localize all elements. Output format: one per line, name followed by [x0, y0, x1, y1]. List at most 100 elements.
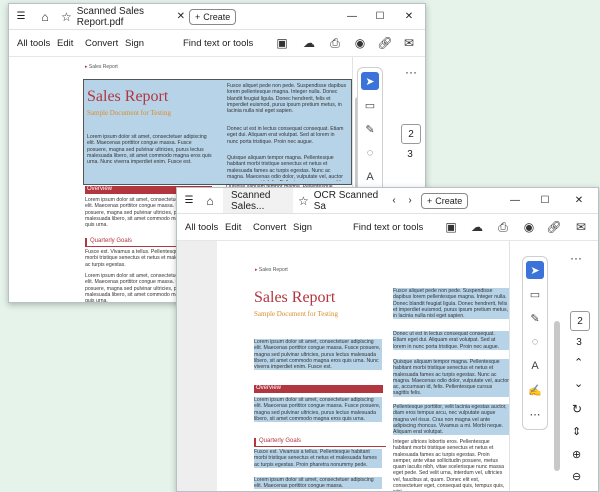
breadcrumb-marker-icon: ▸: [85, 64, 88, 70]
fit-page-icon[interactable]: ⇕: [572, 425, 581, 438]
close-window-icon[interactable]: ✕: [401, 4, 417, 29]
create-label: Create: [435, 196, 463, 206]
create-button[interactable]: + Create: [189, 9, 237, 25]
tab-ocr-scanned[interactable]: ☆ OCR Scanned Sa: [294, 188, 384, 213]
tab-title: OCR Scanned Sa: [313, 189, 379, 212]
maximize-icon[interactable]: ☐: [537, 188, 553, 213]
link-icon[interactable]: 🔗︎: [377, 35, 393, 51]
right-column-para-3: Quisque aliquam tempor magna. Pellentesq…: [227, 155, 344, 181]
add-comment-icon[interactable]: ▭: [526, 285, 544, 303]
page-number-current[interactable]: 2: [570, 311, 590, 331]
breadcrumb: Sales Report: [88, 64, 118, 70]
create-button[interactable]: + Create: [421, 193, 469, 209]
maximize-icon[interactable]: ☐: [372, 4, 388, 29]
menu-bar: All tools Edit Convert Sign Find text or…: [177, 214, 598, 241]
document-page: ▸ Sales Report Sales Report Sample Docum…: [217, 241, 509, 491]
text-recognition-icon[interactable]: A: [526, 357, 544, 375]
page-number-next[interactable]: 3: [570, 337, 588, 348]
find-text-tools[interactable]: Find text or tools: [183, 30, 253, 56]
right-column-para-1[interactable]: Fusce aliquet pede non pede. Suspendisse…: [393, 288, 509, 320]
menu-convert[interactable]: Convert: [85, 30, 118, 56]
account-icon[interactable]: ◉: [352, 35, 368, 51]
tab-scanned-sales[interactable]: Scanned Sales...: [223, 188, 293, 213]
right-column-para-5: Integer ultrices lobortis eros. Pellente…: [393, 439, 505, 491]
more-options-icon[interactable]: ···: [570, 251, 582, 265]
save-icon[interactable]: ▣: [443, 219, 459, 235]
upload-cloud-icon[interactable]: ☁: [469, 219, 485, 235]
close-window-icon[interactable]: ✕: [571, 188, 587, 213]
tool-rail: ➤ ▭ ✎ ◌ A ✍ ⋯: [522, 256, 548, 430]
overview-body[interactable]: Lorem ipsum dolor sit amet, consectetuer…: [254, 397, 382, 423]
doc-subtitle: Sample Document for Testing: [87, 109, 171, 117]
menu-sign[interactable]: Sign: [125, 30, 144, 56]
lasso-icon[interactable]: ◌: [526, 333, 544, 351]
chevron-down-icon[interactable]: ⌄: [574, 377, 583, 390]
hamburger-menu-icon[interactable]: ☰: [180, 188, 198, 213]
breadcrumb-marker-icon: ▸: [255, 267, 258, 273]
tab-scanned-sales-report[interactable]: ☆ Scanned Sales Report.pdf ✕: [57, 4, 185, 29]
quarterly-body[interactable]: Fusce est. Vivamus a tellus. Pellentesqu…: [254, 449, 382, 468]
right-column-para-1: Fusce aliquet pede non pede. Suspendisse…: [227, 83, 347, 115]
doc-subtitle: Sample Document for Testing: [254, 310, 338, 318]
zoom-in-icon[interactable]: ⊕: [572, 448, 581, 461]
right-column-para-4[interactable]: Pellentesque porttitor, velit lacinia eg…: [393, 404, 509, 436]
more-tools-icon[interactable]: ⋯: [526, 405, 544, 423]
find-text-tools[interactable]: Find text or tools: [353, 214, 423, 240]
chevron-up-icon[interactable]: ⌃: [574, 356, 583, 369]
link-icon[interactable]: 🔗︎: [546, 219, 562, 235]
rotate-icon[interactable]: ↻: [572, 402, 582, 416]
add-comment-icon[interactable]: ▭: [361, 96, 379, 114]
account-icon[interactable]: ◉: [521, 219, 537, 235]
menu-all-tools[interactable]: All tools: [185, 214, 218, 240]
pen-icon[interactable]: ✎: [526, 309, 544, 327]
intro-paragraph[interactable]: Lorem ipsum dolor sit amet, consectetuer…: [254, 339, 382, 371]
email-icon[interactable]: ✉: [401, 35, 417, 51]
chevron-right-icon[interactable]: ›: [404, 188, 416, 213]
minimize-icon[interactable]: —: [507, 188, 523, 213]
tool-rail: ➤ ▭ ✎ ◌ A: [357, 67, 383, 193]
right-column-para-3[interactable]: Quisque aliquam tempor magna. Pellentesq…: [393, 359, 509, 397]
zoom-out-icon[interactable]: ⊖: [572, 470, 581, 483]
selected-scan-region[interactable]: Sales Report Sample Document for Testing…: [83, 79, 352, 185]
page-number-next[interactable]: 3: [401, 149, 419, 160]
menu-convert[interactable]: Convert: [253, 214, 286, 240]
print-icon[interactable]: ⎙: [327, 35, 343, 51]
save-icon[interactable]: ▣: [274, 35, 290, 51]
select-cursor-icon[interactable]: ➤: [361, 72, 379, 90]
chevron-left-icon[interactable]: ‹: [388, 188, 400, 213]
more-options-icon[interactable]: ···: [405, 65, 417, 79]
fill-sign-icon[interactable]: ✍: [526, 381, 544, 399]
acrobat-window-front: ☰ ⌂ Scanned Sales... ☆ OCR Scanned Sa ‹ …: [176, 187, 599, 492]
menu-bar: All tools Edit Convert Sign Find text or…: [9, 30, 425, 57]
print-icon[interactable]: ⎙: [495, 219, 511, 235]
pen-icon[interactable]: ✎: [361, 120, 379, 138]
home-icon[interactable]: ⌂: [201, 188, 219, 213]
hamburger-menu-icon[interactable]: ☰: [11, 4, 31, 29]
upload-cloud-icon[interactable]: ☁: [301, 35, 317, 51]
right-column-para-2: Donec ut est in lectus consequat consequ…: [227, 126, 344, 145]
select-cursor-icon[interactable]: ➤: [526, 261, 544, 279]
right-column-para-2[interactable]: Donec ut est in lectus consequat consequ…: [393, 331, 509, 350]
menu-all-tools[interactable]: All tools: [17, 30, 50, 56]
star-icon[interactable]: ☆: [298, 194, 309, 208]
right-panel: ➤ ▭ ✎ ◌ A ✍ ⋯ ··· 2 3 ⌃ ⌄ ↻ ⇕ ⊕ ⊖: [509, 241, 598, 491]
body-paragraph-2[interactable]: Lorem ipsum dolor sit amet, consectetuer…: [254, 477, 382, 489]
breadcrumb: Sales Report: [258, 267, 288, 273]
page-number-current[interactable]: 2: [401, 124, 421, 144]
close-tab-icon[interactable]: ✕: [177, 11, 185, 22]
minimize-icon[interactable]: —: [344, 4, 360, 29]
star-icon[interactable]: ☆: [61, 10, 72, 24]
home-icon[interactable]: ⌂: [35, 4, 55, 29]
tab-title: Scanned Sales Report.pdf: [76, 5, 145, 28]
create-label: Create: [203, 12, 231, 22]
scrollbar[interactable]: [554, 321, 560, 471]
menu-edit[interactable]: Edit: [225, 214, 241, 240]
email-icon[interactable]: ✉: [573, 219, 589, 235]
text-recognition-icon[interactable]: A: [361, 168, 379, 186]
menu-sign[interactable]: Sign: [293, 214, 312, 240]
plus-icon: +: [427, 196, 433, 206]
plus-icon: +: [195, 12, 201, 22]
lasso-icon[interactable]: ◌: [361, 144, 379, 162]
menu-edit[interactable]: Edit: [57, 30, 73, 56]
doc-title: Sales Report: [87, 88, 169, 105]
